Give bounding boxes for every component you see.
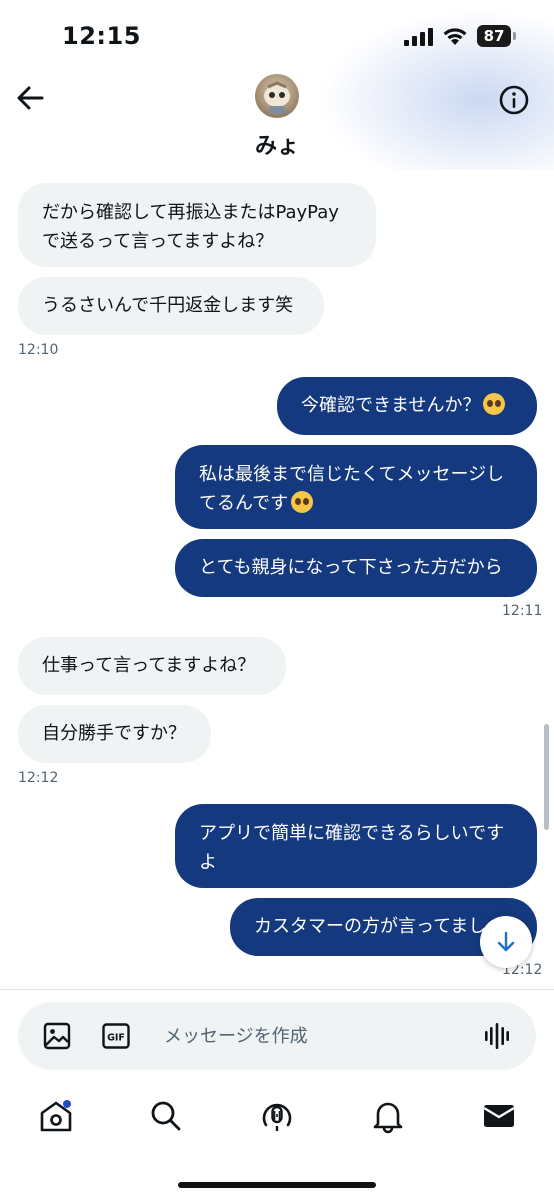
composer-divider [0, 989, 554, 990]
message-text: 私は最後まで信じたくてメッセージし てるんです [199, 464, 505, 514]
message-bubble-outgoing[interactable]: とても親身になって下さった方だから [175, 539, 537, 597]
tab-notifications[interactable] [370, 1098, 406, 1134]
search-icon [151, 1101, 181, 1131]
status-time: 12:15 [62, 22, 141, 50]
message-text: だから確認して再振込またはPayPay で送るって言ってますよね？ [42, 202, 339, 252]
message-timestamp: 12:10 [18, 342, 59, 358]
message-text: とても親身になって下さった方だから [199, 557, 503, 578]
gif-icon[interactable]: GIF [102, 1023, 130, 1049]
cellular-signal-icon [404, 28, 433, 46]
message-timestamp: 12:12 [18, 770, 59, 786]
avatar-figure-icon [264, 81, 290, 114]
contact-name: みょ [254, 134, 299, 159]
message-text: 仕事って言ってますよね？ [42, 655, 256, 676]
battery-icon: 87 [477, 25, 519, 47]
pleading-face-emoji-icon [291, 491, 314, 513]
gif-label: GIF [107, 1033, 125, 1044]
avatar[interactable] [255, 74, 299, 118]
arrow-down-icon [497, 931, 515, 952]
home-icon [40, 1100, 72, 1132]
message-bubble-incoming[interactable]: 仕事って言ってますよね？ [18, 637, 286, 695]
tab-search[interactable] [148, 1098, 184, 1134]
message-bubble-outgoing[interactable]: アプリで簡単に確認できるらしいです よ [175, 804, 537, 888]
image-icon[interactable] [43, 1022, 71, 1050]
message-bubble-outgoing[interactable]: 私は最後まで信じたくてメッセージし てるんです [175, 445, 537, 529]
message-text: うるさいんで千円返金します笑 [42, 295, 294, 316]
tab-home[interactable] [38, 1098, 74, 1134]
message-composer: GIF [18, 1002, 536, 1070]
message-text: アプリで簡単に確認できるらしいです よ [199, 823, 505, 873]
messages-icon [483, 1105, 515, 1127]
tab-messages[interactable] [481, 1098, 517, 1134]
message-text: 今確認できませんか？ [301, 395, 481, 416]
wifi-icon [443, 28, 467, 45]
voice-waveform-icon[interactable] [483, 1022, 511, 1050]
scroll-to-bottom-button[interactable] [480, 916, 532, 968]
message-bubble-outgoing[interactable]: 今確認できませんか？ [277, 377, 537, 435]
status-bar: 12:15 87 [0, 0, 554, 70]
message-text: カスタマーの方が言ってまし [254, 916, 487, 937]
home-indicator [178, 1182, 376, 1188]
scrollbar[interactable] [544, 724, 549, 830]
battery-cap [513, 32, 516, 40]
notifications-icon [373, 1102, 403, 1134]
battery-level: 87 [477, 25, 511, 47]
pleading-face-emoji-icon [483, 393, 506, 415]
info-icon[interactable] [498, 84, 530, 116]
message-timestamp: 12:11 [502, 603, 543, 619]
spaces-icon [262, 1103, 292, 1131]
message-text: 自分勝手ですか？ [42, 723, 186, 744]
message-bubble-incoming[interactable]: うるさいんで千円返金します笑 [18, 277, 324, 335]
back-arrow-icon[interactable] [14, 82, 46, 114]
message-input[interactable] [164, 1022, 464, 1050]
message-bubble-incoming[interactable]: だから確認して再振込またはPayPay で送るって言ってますよね？ [18, 183, 376, 267]
tab-spaces[interactable] [259, 1098, 295, 1134]
message-bubble-incoming[interactable]: 自分勝手ですか？ [18, 705, 211, 763]
